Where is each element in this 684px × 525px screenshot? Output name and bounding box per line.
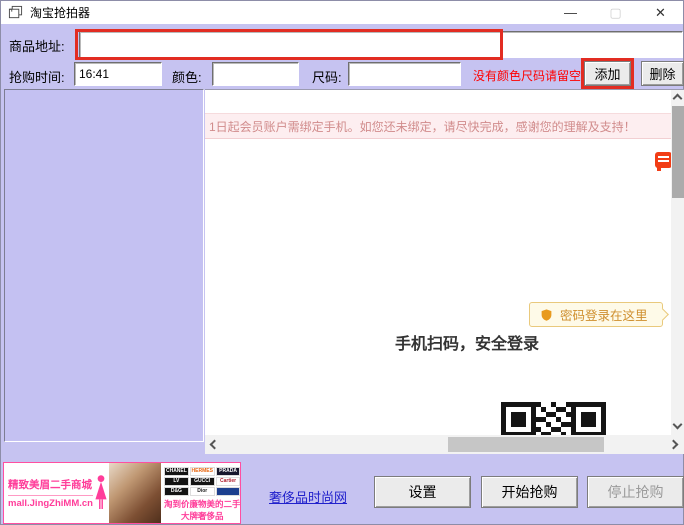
size-label: 尺码: (312, 67, 342, 86)
maximize-button: ▢ (593, 1, 638, 24)
brand-logo (216, 487, 241, 496)
scroll-down-icon[interactable] (673, 420, 683, 430)
password-login-tooltip: 密码登录在这里 (529, 302, 663, 327)
ad-url: mall.JingZhiMM.cn (8, 495, 93, 509)
brand-grid: CHANELHERMESPRADA LVGUCCICartier D&GDior (164, 467, 241, 496)
bind-phone-notice: 1日起会员账户需绑定手机。如您还未绑定，请尽快完成，感谢您的理解及支持！ (205, 113, 671, 139)
ad-title: 精致美眉二手商城 (8, 477, 93, 492)
brand-logo: LV (164, 477, 189, 486)
feedback-chat-icon[interactable] (655, 152, 672, 168)
embedded-browser: 1日起会员账户需绑定手机。如您还未绑定，请尽快完成，感谢您的理解及支持！ 密码登… (205, 89, 684, 453)
ad-model-photo (109, 463, 161, 523)
notice-text: 1日起会员账户需绑定手机。如您还未绑定，请尽快完成，感谢您的理解及支持！ (209, 118, 636, 135)
task-listbox[interactable] (4, 89, 204, 442)
horizontal-scroll-thumb[interactable] (448, 437, 604, 452)
luxury-site-link[interactable]: 奢侈品时尚网 (269, 487, 347, 506)
brand-logo: Cartier (216, 477, 241, 486)
brand-logo: Dior (190, 487, 215, 496)
title-bar: 淘宝抢拍器 — ▢ ✕ (1, 1, 683, 24)
vertical-scrollbar[interactable] (671, 90, 684, 435)
scroll-up-icon[interactable] (673, 94, 683, 104)
settings-button[interactable]: 设置 (374, 476, 471, 508)
app-icon (8, 5, 23, 20)
empty-hint-text: 没有颜色尺码请留空 (473, 67, 581, 84)
shield-icon (540, 308, 553, 322)
vertical-scroll-thumb[interactable] (672, 106, 684, 198)
ad-brands-column: CHANELHERMESPRADA LVGUCCICartier D&GDior 淘… (161, 465, 241, 522)
scroll-left-icon[interactable] (210, 440, 220, 450)
qr-code (501, 402, 606, 435)
minimize-button[interactable]: — (548, 1, 593, 24)
color-input[interactable] (212, 62, 299, 86)
ad-banner[interactable]: 精致美眉二手商城 mall.JingZhiMM.cn CHANELHERMESP… (3, 462, 241, 524)
add-button[interactable]: 添加 (584, 61, 631, 86)
delete-button[interactable]: 删除 (641, 61, 684, 86)
app-window: 淘宝抢拍器 — ▢ ✕ 商品地址: 抢购时间: 颜色: 尺码: 没有颜色尺码请留… (0, 0, 684, 525)
brand-logo: D&G (164, 487, 189, 496)
brand-logo: HERMES (190, 467, 215, 476)
ad-caption-1: 淘到价廉物美的二手 (164, 498, 241, 510)
window-title: 淘宝抢拍器 (30, 4, 90, 21)
ad-caption-2: 大牌奢侈品 (164, 510, 241, 522)
brand-logo: CHANEL (164, 467, 189, 476)
start-purchase-button[interactable]: 开始抢购 (481, 476, 578, 508)
scan-login-title: 手机扫码，安全登录 (395, 330, 539, 354)
product-address-label: 商品地址: (9, 36, 65, 55)
close-button[interactable]: ✕ (638, 1, 683, 24)
tooltip-arrow (656, 308, 669, 321)
brand-logo: PRADA (216, 467, 241, 476)
ad-text-column: 精致美眉二手商城 mall.JingZhiMM.cn (4, 477, 93, 509)
color-label: 颜色: (172, 67, 202, 86)
purchase-time-label: 抢购时间: (9, 67, 65, 86)
browser-content: 1日起会员账户需绑定手机。如您还未绑定，请尽快完成，感谢您的理解及支持！ 密码登… (205, 90, 684, 435)
scroll-right-icon[interactable] (669, 440, 679, 450)
stop-purchase-button: 停止抢购 (587, 476, 684, 508)
tooltip-text: 密码登录在这里 (560, 305, 648, 324)
size-input[interactable] (348, 62, 461, 86)
window-controls: — ▢ ✕ (548, 1, 683, 24)
product-address-input[interactable] (79, 31, 683, 58)
purchase-time-input[interactable] (74, 62, 162, 86)
add-button-highlight: 添加 (581, 58, 634, 89)
brand-logo: GUCCI (190, 477, 215, 486)
girl-silhouette-icon (93, 472, 109, 514)
horizontal-scrollbar[interactable] (205, 435, 684, 454)
